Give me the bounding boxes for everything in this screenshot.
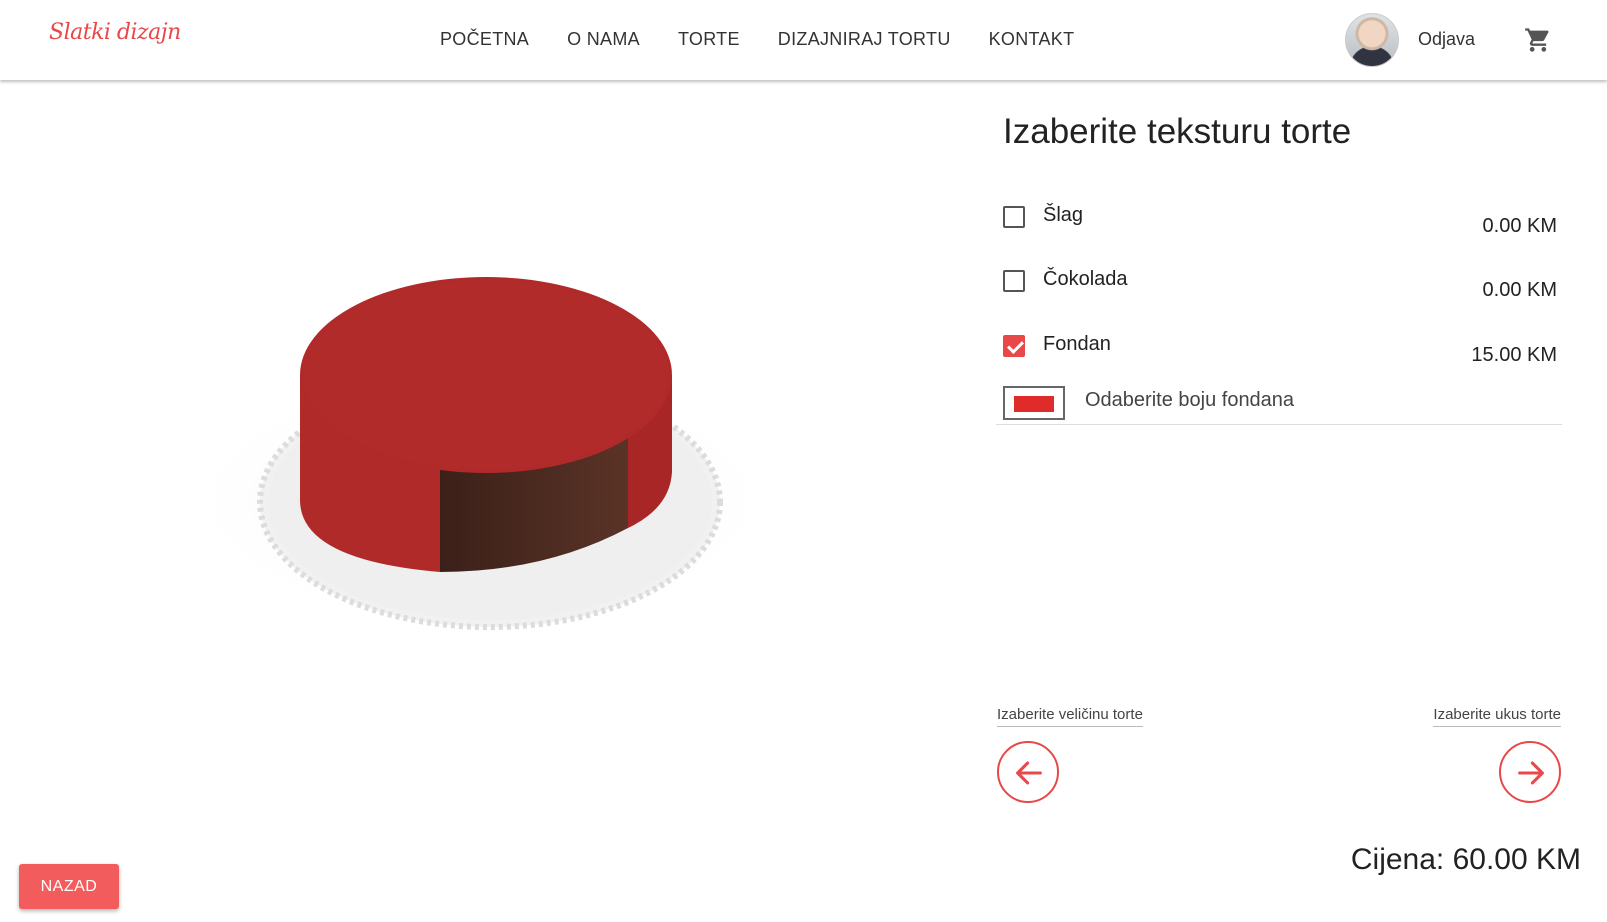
option-label: Fondan (1043, 333, 1111, 355)
color-picker-label: Odaberite boju fondana (1085, 389, 1295, 411)
color-picker-button[interactable] (1003, 386, 1065, 420)
nav-item-torte[interactable]: TORTE (678, 29, 740, 50)
option-price: 15.00 KM (1471, 344, 1557, 366)
option-slag: Šlag 0.00 KM (1003, 200, 1563, 240)
option-label: Šlag (1043, 204, 1084, 226)
next-step-button[interactable] (1499, 741, 1561, 803)
next-step-link[interactable]: Izaberite ukus torte (1433, 706, 1561, 727)
arrow-left-icon (1016, 761, 1042, 785)
cake-top-highlight (304, 281, 668, 469)
arrow-right-icon (1518, 761, 1544, 785)
nav-item-pocetna[interactable]: POČETNA (440, 29, 529, 50)
checkbox-cokolada[interactable] (1003, 270, 1025, 292)
nav-item-dizajniraj-tortu[interactable]: DIZAJNIRAJ TORTU (778, 29, 951, 50)
brand-logo[interactable]: Slatki dizajn (49, 20, 181, 45)
option-label: Čokolada (1043, 268, 1128, 290)
top-navbar: Slatki dizajn POČETNA O NAMA TORTE DIZAJ… (0, 0, 1607, 80)
main-nav: POČETNA O NAMA TORTE DIZAJNIRAJ TORTU KO… (440, 29, 1112, 50)
option-price: 0.00 KM (1482, 279, 1557, 301)
prev-step-link[interactable]: Izaberite veličinu torte (997, 706, 1143, 727)
total-price: Cijena: 60.00 KM (1350, 843, 1581, 876)
prev-step-button[interactable] (997, 741, 1059, 803)
option-fondan: Fondan 15.00 KM (1003, 329, 1563, 369)
option-price: 0.00 KM (1482, 215, 1557, 237)
fondant-color-picker: Odaberite boju fondana (996, 385, 1562, 425)
nav-item-kontakt[interactable]: KONTAKT (989, 29, 1075, 50)
checkbox-fondan[interactable] (1003, 335, 1025, 357)
shopping-cart-icon[interactable] (1524, 26, 1552, 54)
option-cokolada: Čokolada 0.00 KM (1003, 264, 1563, 304)
cake-preview (180, 277, 780, 630)
checkbox-slag[interactable] (1003, 206, 1025, 228)
nav-item-o-nama[interactable]: O NAMA (567, 29, 640, 50)
panel-title: Izaberite teksturu torte (1003, 112, 1352, 151)
logout-link[interactable]: Odjava (1418, 29, 1475, 50)
user-avatar[interactable] (1345, 13, 1399, 67)
back-button[interactable]: NAZAD (19, 864, 119, 909)
selected-color-swatch (1014, 396, 1054, 412)
